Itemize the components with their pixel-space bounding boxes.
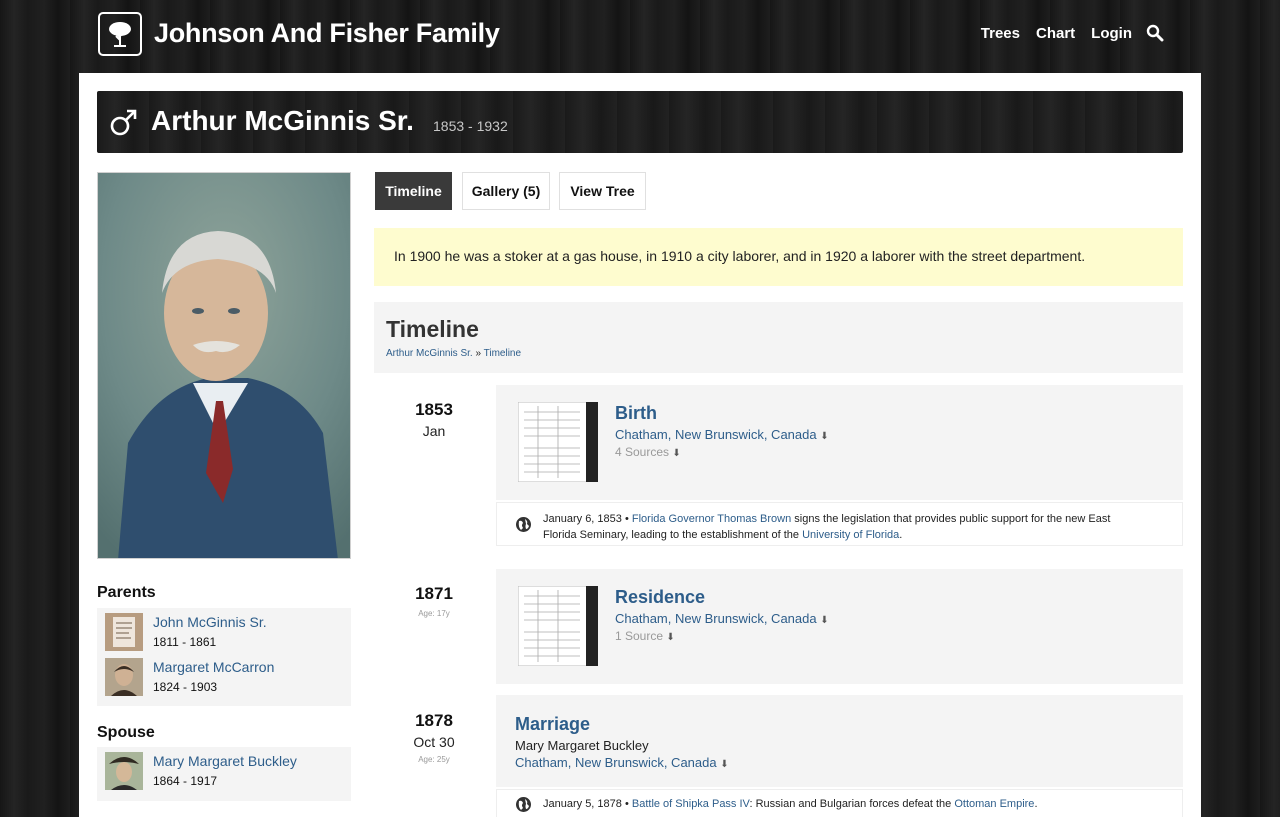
event-title[interactable]: Marriage [515, 714, 590, 735]
event-place[interactable]: Chatham, New Brunswick, Canada ⬇ [615, 611, 829, 626]
event-month: Oct 30 [413, 734, 455, 750]
breadcrumb-person[interactable]: Arthur McGinnis Sr. [386, 348, 473, 359]
timeline-event-residence: Residence Chatham, New Brunswick, Canada… [496, 569, 1183, 684]
down-arrow-icon[interactable]: ⬇ [666, 632, 674, 643]
tab-timeline[interactable]: Timeline [375, 172, 452, 210]
event-age: Age: 17y [418, 609, 450, 618]
event-title[interactable]: Birth [615, 403, 657, 424]
event-sources-text[interactable]: 1 Source [615, 629, 663, 643]
spouse-name[interactable]: Mary Margaret Buckley [153, 753, 297, 769]
event-title[interactable]: Residence [615, 587, 705, 608]
document-thumbnail[interactable] [518, 586, 598, 666]
main-nav: Trees Chart Login [965, 24, 1164, 42]
site-title[interactable]: Johnson And Fisher Family [154, 18, 500, 49]
event-month: Jan [422, 423, 446, 439]
parent-name[interactable]: John McGinnis Sr. [153, 614, 267, 630]
world-event-link[interactable]: Florida Governor Thomas Brown [632, 513, 791, 525]
site-logo[interactable] [98, 12, 142, 56]
nav-chart[interactable]: Chart [1036, 25, 1075, 42]
spouse-thumbnail[interactable] [105, 752, 143, 790]
event-year: 1871 [415, 584, 453, 603]
down-arrow-icon[interactable]: ⬇ [820, 431, 828, 442]
spouse-list: Mary Margaret Buckley 1864 - 1917 [97, 747, 351, 801]
event-spouse: Mary Margaret Buckley [515, 738, 649, 753]
person-portrait[interactable] [97, 172, 351, 559]
person-header: Arthur McGinnis Sr. 1853 - 1932 [97, 91, 1183, 153]
parent-dates: 1824 - 1903 [153, 680, 218, 694]
list-item[interactable]: Mary Margaret Buckley 1864 - 1917 [97, 747, 351, 792]
world-event-end: . [899, 529, 903, 541]
down-arrow-icon[interactable]: ⬇ [672, 448, 680, 459]
parents-heading: Parents [97, 584, 156, 601]
event-year-block: 1853 Jan [374, 400, 494, 439]
nav-trees[interactable]: Trees [981, 25, 1020, 42]
male-symbol-icon [110, 109, 137, 136]
tree-icon [109, 22, 131, 47]
person-lifespan: 1853 - 1932 [433, 118, 508, 134]
world-event-date: January 5, 1878 • [543, 798, 629, 810]
timeline-title: Timeline [386, 316, 479, 342]
parent-thumbnail[interactable] [105, 613, 143, 651]
event-age: Age: 25y [418, 755, 450, 764]
list-item[interactable]: John McGinnis Sr. 1811 - 1861 [97, 608, 351, 653]
timeline-event-marriage: Marriage Mary Margaret Buckley Chatham, … [496, 695, 1183, 787]
breadcrumb-timeline[interactable]: Timeline [484, 348, 521, 359]
world-event-text: January 6, 1853 • Florida Governor Thoma… [543, 511, 1142, 543]
world-event-link[interactable]: Ottoman Empire [954, 798, 1034, 810]
timeline-event-birth: Birth Chatham, New Brunswick, Canada ⬇ 4… [496, 385, 1183, 500]
down-arrow-icon[interactable]: ⬇ [720, 759, 728, 770]
event-place[interactable]: Chatham, New Brunswick, Canada ⬇ [515, 755, 729, 770]
world-event-date: January 6, 1853 • [543, 513, 629, 525]
event-place-text[interactable]: Chatham, New Brunswick, Canada [515, 755, 717, 770]
parents-list: John McGinnis Sr. 1811 - 1861 Margaret M… [97, 608, 351, 706]
down-arrow-icon[interactable]: ⬇ [820, 615, 828, 626]
event-sources-text[interactable]: 4 Sources [615, 445, 669, 459]
breadcrumb-separator: » [472, 348, 484, 359]
world-event-link[interactable]: University of Florida [802, 529, 899, 541]
world-event-link[interactable]: Battle of Shipka Pass IV [632, 798, 750, 810]
spouse-dates: 1864 - 1917 [153, 774, 218, 788]
event-place-text[interactable]: Chatham, New Brunswick, Canada [615, 611, 817, 626]
world-event: January 6, 1853 • Florida Governor Thoma… [496, 502, 1183, 546]
event-place[interactable]: Chatham, New Brunswick, Canada ⬇ [615, 427, 829, 442]
event-year: 1853 [415, 400, 453, 419]
breadcrumb: Arthur McGinnis Sr. » Timeline [386, 348, 521, 359]
list-item[interactable]: Margaret McCarron 1824 - 1903 [97, 653, 351, 698]
spouse-heading: Spouse [97, 724, 155, 741]
main-panel: Arthur McGinnis Sr. 1853 - 1932 Parents [79, 73, 1201, 817]
world-event-text: January 5, 1878 • Battle of Shipka Pass … [543, 796, 1142, 812]
world-event-body: : Russian and Bulgarian forces defeat th… [749, 798, 955, 810]
event-place-text[interactable]: Chatham, New Brunswick, Canada [615, 427, 817, 442]
event-sources[interactable]: 4 Sources ⬇ [615, 445, 681, 459]
globe-icon [516, 797, 531, 812]
world-event: January 5, 1878 • Battle of Shipka Pass … [496, 789, 1183, 817]
event-year: 1878 [415, 711, 453, 730]
parent-thumbnail[interactable] [105, 658, 143, 696]
event-year-block: 1871 Age: 17y [374, 584, 494, 618]
parent-name[interactable]: Margaret McCarron [153, 659, 274, 675]
tab-view-tree[interactable]: View Tree [559, 172, 646, 210]
globe-icon [516, 517, 531, 532]
nav-login[interactable]: Login [1091, 25, 1132, 42]
tab-gallery[interactable]: Gallery (5) [462, 172, 550, 210]
person-name: Arthur McGinnis Sr. [151, 105, 414, 136]
event-year-block: 1878 Oct 30 Age: 25y [374, 711, 494, 764]
world-event-end: . [1034, 798, 1038, 810]
timeline-header: Timeline Arthur McGinnis Sr. » Timeline [374, 302, 1183, 373]
site-header: Johnson And Fisher Family Trees Chart Lo… [98, 12, 1182, 58]
biography-note: In 1900 he was a stoker at a gas house, … [374, 228, 1183, 286]
document-thumbnail[interactable] [518, 402, 598, 482]
parent-dates: 1811 - 1861 [153, 635, 217, 649]
event-sources[interactable]: 1 Source ⬇ [615, 629, 675, 643]
search-icon[interactable] [1146, 24, 1164, 42]
